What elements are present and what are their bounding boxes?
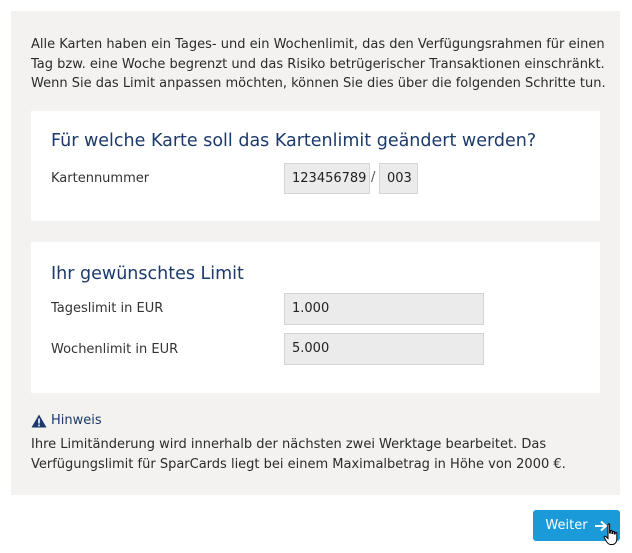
- intro-text: Alle Karten haben ein Tages- und ein Woc…: [31, 37, 606, 91]
- next-button-label: Weiter: [545, 518, 588, 533]
- weekly-limit-input[interactable]: 5.000: [284, 333, 484, 365]
- daily-limit-label: Tageslimit in EUR: [51, 301, 164, 316]
- notice-title: Hinweis: [51, 413, 102, 428]
- limit-section: Ihr gewünschtes Limit Tageslimit in EUR …: [31, 242, 600, 393]
- limit-section-title: Ihr gewünschtes Limit: [51, 264, 244, 284]
- card-selection-title: Für welche Karte soll das Kartenlimit ge…: [51, 131, 537, 151]
- card-number-separator: /: [371, 170, 376, 185]
- notice-text: Ihre Limitänderung wird innerhalb der nä…: [31, 437, 566, 472]
- hand-cursor-icon: [603, 523, 618, 545]
- limit-form-panel: Alle Karten haben ein Tages- und ein Woc…: [11, 11, 620, 495]
- card-suffix-field[interactable]: 003: [379, 163, 418, 194]
- card-number-label: Kartennummer: [51, 171, 150, 186]
- weekly-limit-label: Wochenlimit in EUR: [51, 342, 179, 357]
- card-selection-section: Für welche Karte soll das Kartenlimit ge…: [31, 111, 600, 221]
- card-number-field[interactable]: 123456789: [284, 163, 370, 194]
- notice-heading: Hinweis: [31, 413, 102, 428]
- daily-limit-input[interactable]: 1.000: [284, 293, 484, 325]
- warning-icon: [31, 414, 47, 427]
